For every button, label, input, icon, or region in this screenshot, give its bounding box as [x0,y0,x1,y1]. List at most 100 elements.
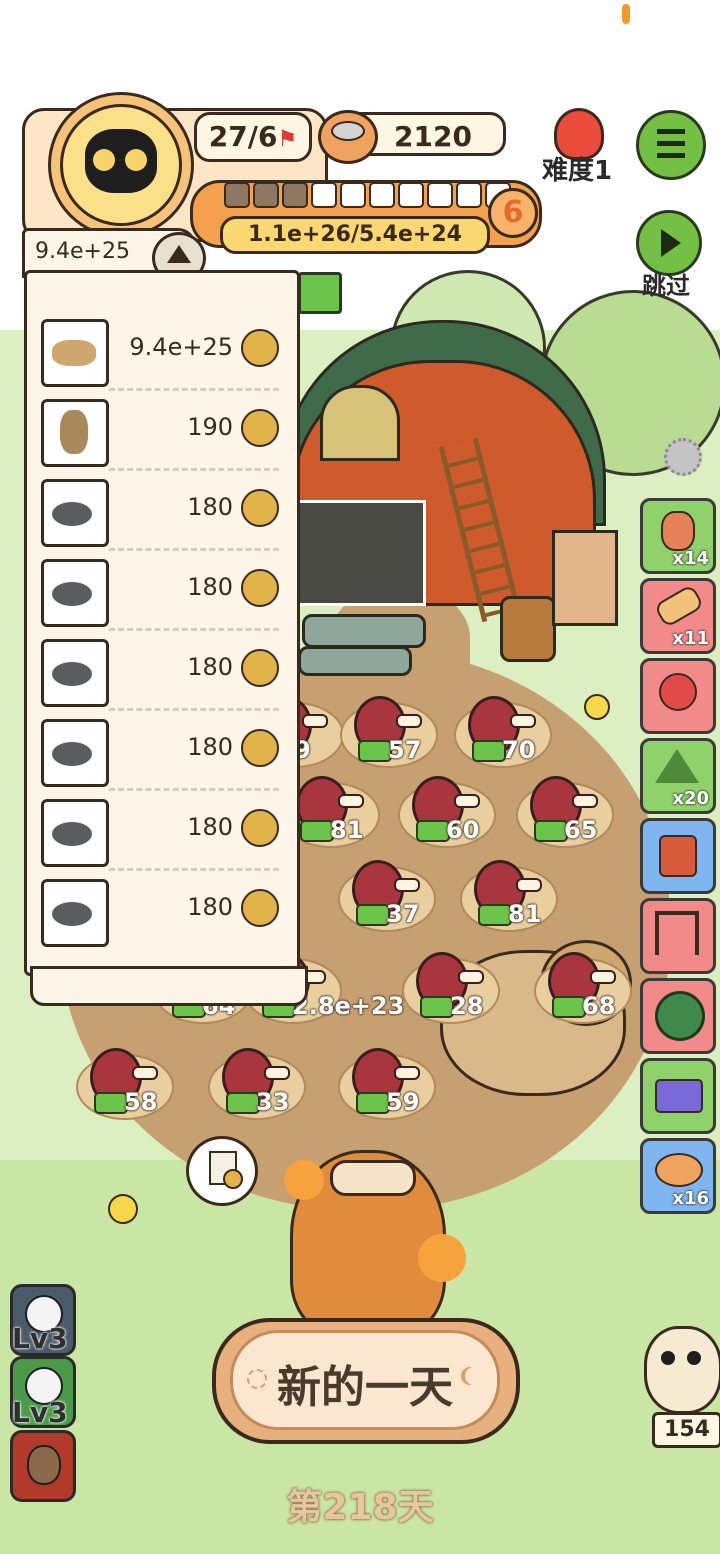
ranking-row[interactable]: 180 [37,473,289,553]
goggles [330,1160,416,1196]
list-icon [657,129,685,159]
item-card-heart-trap[interactable] [640,658,716,734]
meat-slot[interactable]: 81 [456,856,558,934]
mole-icon [41,639,109,707]
item-card-bread[interactable]: x16 [640,1138,716,1214]
bread-icon [655,1153,703,1187]
credit-card-icon [655,1079,703,1113]
item-card-rope[interactable]: x11 [640,578,716,654]
skip-label[interactable]: 跳过 [642,266,690,301]
paw-icon [241,569,279,607]
scroll-bottom [30,966,308,1006]
ranking-row[interactable]: 180 [37,873,289,953]
segment-empty [427,182,453,208]
item-card-spiky-ball[interactable] [640,978,716,1054]
meat-count: 81 [508,900,542,928]
ranking-top-value: 9.4e+25 [35,239,130,264]
ranking-row[interactable]: 180 [37,633,289,713]
item-card-tent[interactable]: x20 [640,738,716,814]
meat-slot[interactable]: 59 [334,1044,436,1122]
item-count: x14 [672,548,709,569]
red-flag-icon: ⚑ [277,127,298,152]
chevron-up-icon [167,245,191,263]
segment-filled [224,182,250,208]
worm-icon [661,511,695,551]
grinder-icon [659,835,697,877]
item-count: x20 [672,788,709,809]
day-counter: 第218天 [286,1487,434,1528]
explosion-left [284,1160,324,1200]
meat-slot[interactable]: 60 [394,772,496,850]
segment-empty [369,182,395,208]
item-card-grinder[interactable] [640,818,716,894]
item-card-worm[interactable]: x14 [640,498,716,574]
meat-rack-icon [655,911,699,955]
level-badge-number: 6 [502,195,524,230]
meat-slot[interactable]: 57 [336,692,438,770]
paw-icon [241,329,279,367]
meat-slot[interactable]: 68 [530,948,632,1026]
ranking-panel[interactable]: 9.4e+25 190 180 180 180 180 180 180 [24,270,300,976]
helper-count: 154 [652,1412,720,1448]
paw-icon [241,649,279,687]
ranking-value: 180 [187,493,233,521]
meat-slot[interactable]: 37 [334,856,436,934]
meat-count: 37 [386,900,420,928]
item-count: x11 [672,628,709,649]
meat-count: 70 [502,736,536,764]
coin-count: 2120 [394,120,472,153]
ranking-value: 9.4e+25 [129,333,233,361]
settings-gear-icon [664,438,702,476]
difficulty-label[interactable]: 难度1 [542,150,612,187]
ranking-row[interactable]: 190 [37,393,289,473]
paw-icon [241,889,279,927]
heart-trap-icon [659,673,697,711]
meat-count: 60 [446,816,480,844]
rope-bundle-icon [653,583,705,629]
ranking-row[interactable]: 9.4e+25 [37,313,289,393]
paw-icon [241,489,279,527]
hp-text: 1.1e+26/5.4e+24 [248,222,462,247]
paw-icon [241,809,279,847]
barrel [500,596,556,662]
ranking-row[interactable]: 180 [37,553,289,633]
meat-count: 59 [386,1088,420,1116]
certificate-icon[interactable] [186,1136,258,1206]
owl-helper-icon[interactable] [644,1326,720,1414]
ranking-row[interactable]: 180 [37,713,289,793]
ranking-value: 180 [187,573,233,601]
level-badge: 6 [488,188,538,238]
status-indicator [622,4,630,24]
ranking-value: 180 [187,813,233,841]
meat-slot[interactable]: 65 [512,772,614,850]
meat-slot[interactable]: 28 [398,948,500,1026]
segment-empty [456,182,482,208]
meat-slot[interactable]: 70 [450,692,552,770]
mole-icon [41,879,109,947]
ranking-value: 180 [187,653,233,681]
barn-sign [298,272,342,314]
play-icon [661,229,681,257]
meat-slot[interactable]: 33 [204,1044,306,1122]
segment-filled [282,182,308,208]
flower-icon [108,1194,138,1224]
mole-icon [41,799,109,867]
meat-slot[interactable]: 58 [72,1044,174,1122]
new-day-label: 新的一天 [277,1362,453,1413]
item-count: x16 [672,1188,709,1209]
segment-empty [398,182,424,208]
item-card-meat-rack[interactable] [640,898,716,974]
black-cat-avatar-icon [60,104,182,226]
meat-count: 28 [450,992,484,1020]
barn-loft-window [320,385,400,461]
apple-crate [552,530,618,626]
meat-count: 2.8e+23 [292,992,405,1020]
level-label: Lv3 [12,1322,68,1355]
ranking-row[interactable]: 180 [37,793,289,873]
menu-button[interactable] [636,110,706,180]
item-card-card[interactable] [640,1058,716,1134]
mole-icon [41,559,109,627]
hp-bar: 1.1e+26/5.4e+24 [220,216,490,254]
stepping-stone [302,614,426,648]
new-day-button-face[interactable]: 新的一天 [230,1330,500,1430]
